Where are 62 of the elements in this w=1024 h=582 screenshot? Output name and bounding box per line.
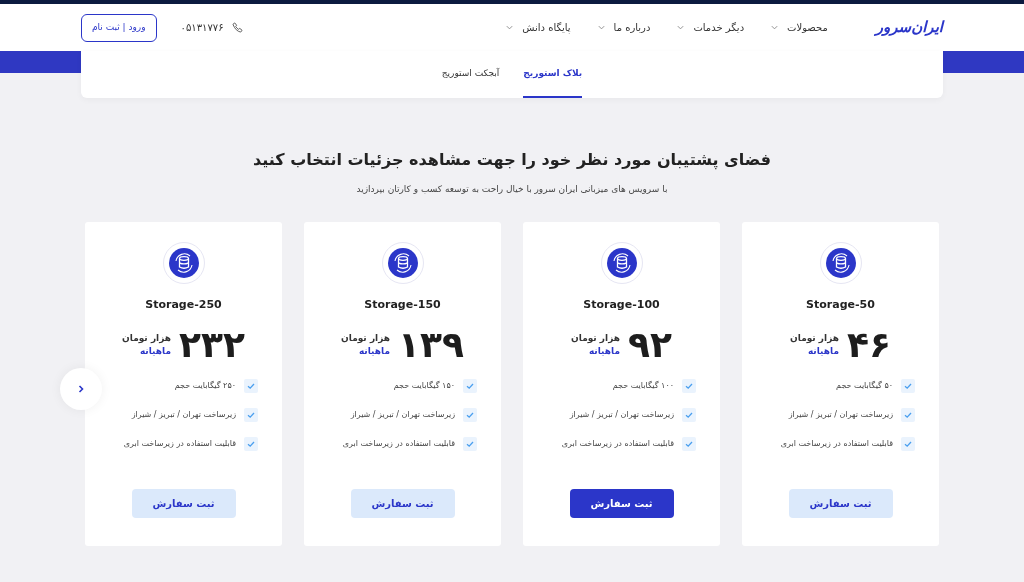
price-unit: هزار تومان xyxy=(341,331,390,346)
plan-name: Storage-100 xyxy=(583,296,660,313)
plan-name: Storage-250 xyxy=(145,296,222,313)
section-subheading: با سرویس های میزبانی ایران سرور با خیال راحت به توسعه کسب و کارتان بپردازید xyxy=(355,183,669,197)
order-button[interactable]: ثبت سفارش xyxy=(131,489,236,519)
tab[interactable]: بلاک استوریج xyxy=(523,51,583,98)
check-icon xyxy=(463,408,477,423)
check-icon xyxy=(901,408,915,423)
chevron-right-icon xyxy=(76,383,86,394)
check-icon xyxy=(463,379,477,394)
tab[interactable]: آبجکت استوریج xyxy=(441,51,500,98)
check-icon xyxy=(901,437,915,452)
order-button[interactable]: ثبت سفارش xyxy=(788,489,893,519)
check-icon xyxy=(901,379,915,394)
feature-text: قابلیت استفاده در زیرساخت ابری xyxy=(780,438,893,451)
feature-text: زیرساخت تهران / تبریز / شیراز xyxy=(131,409,236,422)
chevron-down-icon xyxy=(676,23,686,32)
check-icon xyxy=(244,437,258,452)
phone-icon xyxy=(231,22,243,33)
check-icon xyxy=(682,437,696,452)
feature-text: زیرساخت تهران / تبریز / شیراز xyxy=(350,409,455,422)
nav-link[interactable]: دیگر خدمات xyxy=(693,20,745,35)
feature-text: ۲۵۰ گیگابایت حجم xyxy=(174,380,236,393)
carousel-next-button[interactable] xyxy=(60,367,102,410)
billing-period: ماهیانه xyxy=(806,345,839,359)
plan-price: ۱۳۹ xyxy=(398,327,464,364)
plan-price: ۴۶ xyxy=(847,327,891,364)
check-icon xyxy=(463,437,477,452)
feature-text: قابلیت استفاده در زیرساخت ابری xyxy=(123,438,236,451)
plan-name: Storage-50 xyxy=(806,296,875,313)
nav-link[interactable]: درباره ما xyxy=(613,20,651,35)
phone-number: ۰۵۱۳۱۷۷۶ xyxy=(180,21,224,35)
billing-period: ماهیانه xyxy=(357,345,390,359)
plan-name: Storage-150 xyxy=(364,296,441,313)
order-button[interactable]: ثبت سفارش xyxy=(350,489,455,519)
check-icon xyxy=(244,379,258,394)
plan-price: ۹۲ xyxy=(628,327,672,364)
feature-text: ۱۰۰ گیگابایت حجم xyxy=(612,380,674,393)
price-unit: هزار تومان xyxy=(122,331,171,346)
billing-period: ماهیانه xyxy=(138,345,171,359)
feature-text: ۵۰ گیگابایت حجم xyxy=(836,380,893,393)
check-icon xyxy=(682,379,696,394)
feature-text: قابلیت استفاده در زیرساخت ابری xyxy=(561,438,674,451)
chevron-down-icon xyxy=(770,23,780,32)
price-unit: هزار تومان xyxy=(571,331,620,346)
check-icon xyxy=(244,408,258,423)
nav-link[interactable]: پایگاه دانش xyxy=(522,20,571,35)
feature-text: ۱۵۰ گیگابایت حجم xyxy=(393,380,455,393)
feature-text: قابلیت استفاده در زیرساخت ابری xyxy=(342,438,455,451)
billing-period: ماهیانه xyxy=(587,345,620,359)
feature-text: زیرساخت تهران / تبریز / شیراز xyxy=(569,409,674,422)
order-button[interactable]: ثبت سفارش xyxy=(569,489,674,519)
price-unit: هزار تومان xyxy=(790,331,839,346)
feature-text: زیرساخت تهران / تبریز / شیراز xyxy=(788,409,893,422)
section-heading: فضای پشتیبان مورد نظر خود را جهت مشاهده جزئیات انتخاب کنید xyxy=(252,150,772,170)
chevron-down-icon xyxy=(505,23,515,32)
check-icon xyxy=(682,408,696,423)
logo[interactable]: ایران‌سرور xyxy=(875,16,943,39)
nav-link[interactable]: محصولات xyxy=(787,20,828,35)
plan-price: ۲۳۲ xyxy=(179,327,245,364)
chevron-down-icon xyxy=(596,23,606,32)
login-button[interactable]: ورود | ثبت نام xyxy=(81,13,157,42)
